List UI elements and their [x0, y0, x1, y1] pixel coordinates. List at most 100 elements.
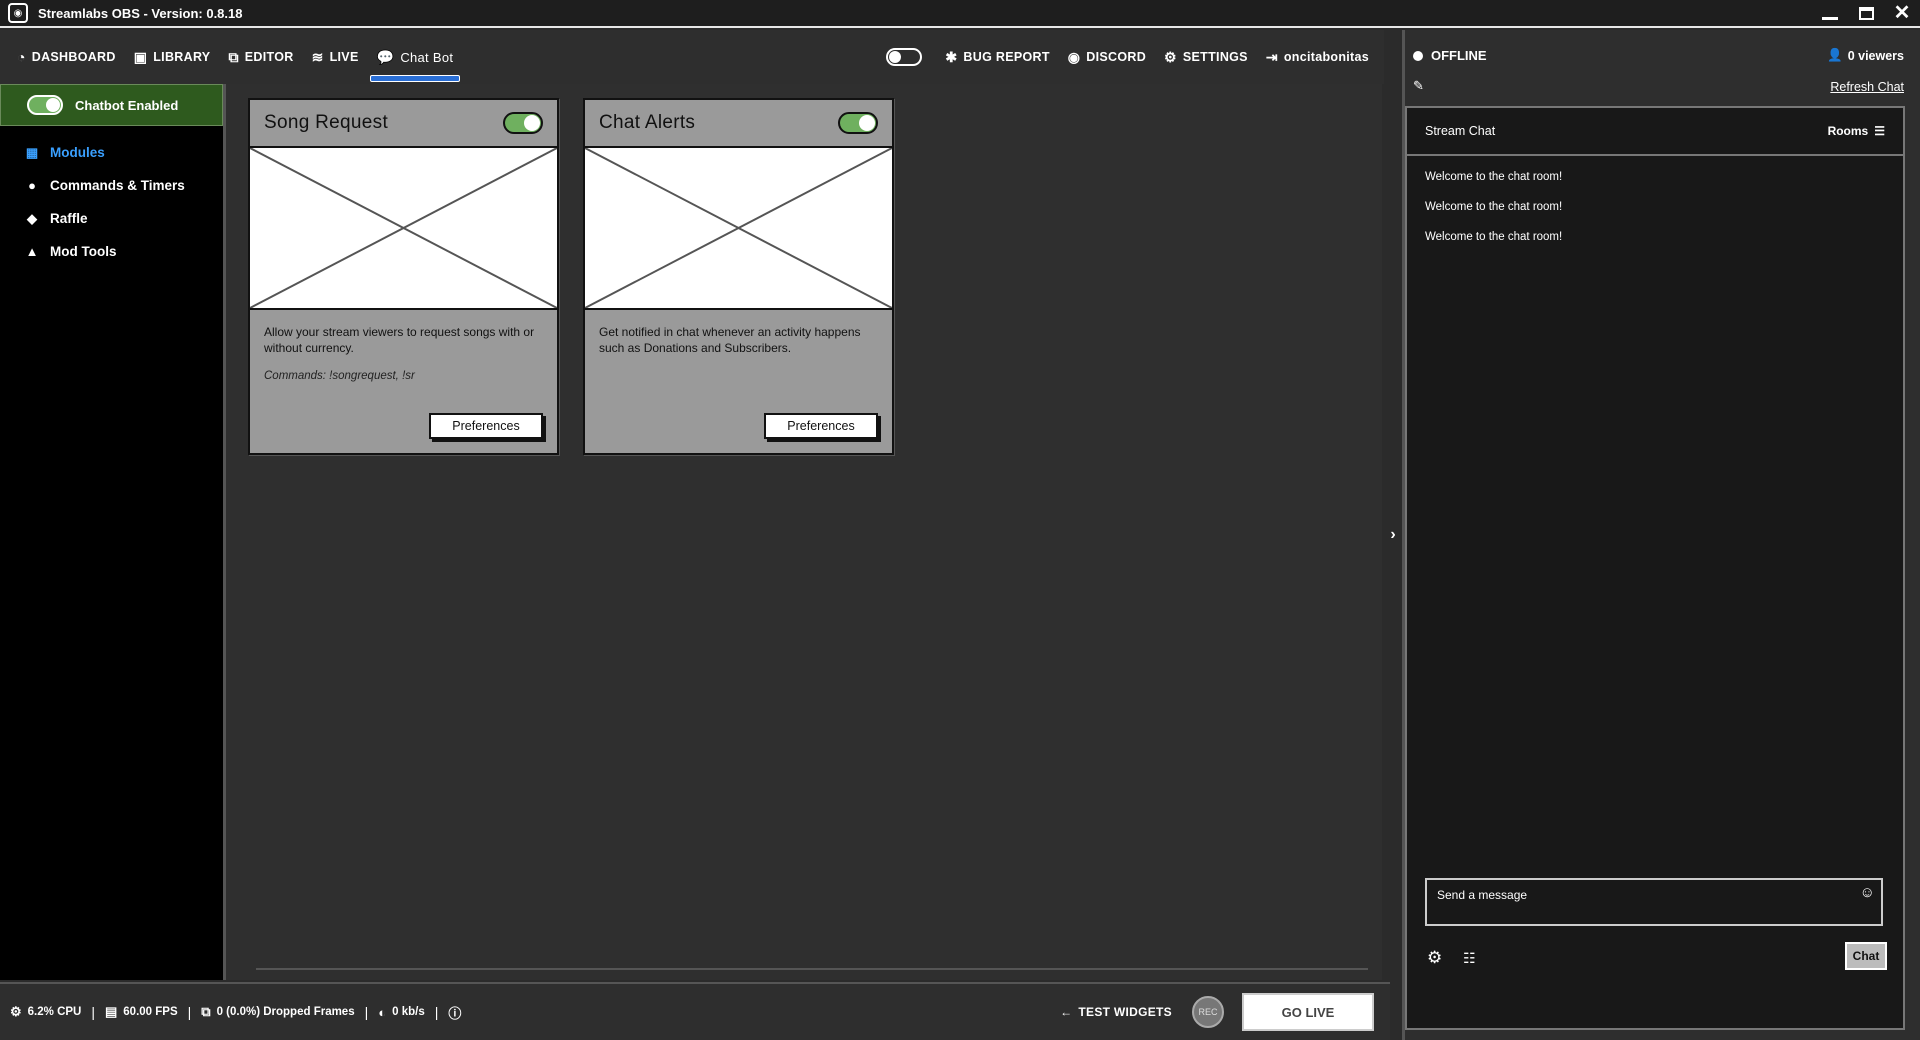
card-title: Song Request [264, 112, 389, 133]
horizontal-scrollbar[interactable] [256, 968, 1368, 970]
module-enable-toggle[interactable] [838, 112, 878, 134]
emoji-icon[interactable]: ☺ [1860, 884, 1875, 901]
ticket-icon: ◆ [27, 210, 37, 226]
chat-message: Welcome to the chat room! [1425, 171, 1563, 183]
test-widgets-button[interactable]: ← TEST WIDGETS [1060, 1005, 1172, 1019]
nav-discord[interactable]: ◉ DISCORD [1059, 30, 1155, 84]
module-card-song-request: Song Request Allow your stream viewers t… [248, 98, 559, 455]
nav-label: SETTINGS [1182, 50, 1248, 64]
fps-stat: ▤ 60.00 FPS [95, 1004, 188, 1020]
sidebar-item-commands-timers[interactable]: ● Commands & Timers [0, 169, 223, 202]
sidebar-item-label: Mod Tools [50, 244, 117, 259]
frames-icon: ⧉ [201, 1004, 211, 1019]
nav-live[interactable]: ≋ LIVE [303, 30, 368, 84]
status-label: OFFLINE [1431, 48, 1487, 63]
collapse-chat-chevron-icon[interactable]: › [1384, 520, 1402, 550]
nav-label: DISCORD [1086, 50, 1147, 64]
module-enable-toggle[interactable] [503, 112, 543, 134]
status-dot-icon [1413, 50, 1423, 61]
info-button[interactable]: ⓘ [438, 1003, 477, 1022]
nav-user-logout[interactable]: ⇥ oncitabonitas [1257, 30, 1378, 84]
nav-chat-bot[interactable]: 💬 Chat Bot [368, 30, 463, 84]
maximize-icon [1858, 6, 1874, 20]
bandwidth-stat: ◐ 0 kb/s [368, 1005, 434, 1020]
grid-icon: ▦ [25, 144, 39, 160]
chat-send-button[interactable]: Chat [1845, 942, 1887, 970]
placeholder-cross-icon [585, 148, 892, 308]
nav-library[interactable]: ▣ LIBRARY [125, 30, 220, 84]
card-header: Song Request [250, 100, 557, 148]
nav-dashboard[interactable]: ◔ DASHBOARD [8, 30, 125, 84]
stream-status: OFFLINE [1413, 48, 1487, 63]
sidebar-item-label: Raffle [50, 211, 88, 226]
card-title: Chat Alerts [599, 112, 696, 133]
send-message-input[interactable]: Send a message ☺ [1425, 878, 1883, 926]
card-commands: Commands: !songrequest, !sr [264, 370, 415, 382]
sidebar-item-mod-tools[interactable]: ▲ Mod Tools [0, 235, 223, 268]
top-navigation: ◔ DASHBOARD ▣ LIBRARY ⧉ EDITOR ≋ LIVE 💬 … [0, 30, 1384, 84]
minimize-icon [1822, 16, 1838, 20]
nav-bug-report[interactable]: ✱ BUG REPORT [936, 30, 1058, 84]
chat-viewer-list-icon[interactable]: ☷ [1463, 950, 1476, 967]
bandwidth-value: 0 kb/s [392, 1006, 425, 1018]
window-title: Streamlabs OBS - Version: 0.8.18 [38, 5, 243, 21]
dropped-frames-value: 0 (0.0%) Dropped Frames [216, 1006, 355, 1018]
chatbot-enabled-toggle-row[interactable]: Chatbot Enabled [0, 84, 223, 126]
gear-icon: ⚙ [1164, 48, 1177, 65]
info-icon: ⓘ [448, 1005, 462, 1021]
speedometer-icon: ◐ [378, 1004, 387, 1020]
app-logo-icon: ◉ [8, 3, 28, 23]
dropped-frames-stat: ⧉ 0 (0.0%) Dropped Frames [191, 1004, 364, 1020]
maximize-button[interactable] [1848, 0, 1884, 26]
module-card-chat-alerts: Chat Alerts Get notified in chat wheneve… [583, 98, 894, 455]
image-placeholder [250, 148, 557, 310]
sidebar-item-label: Modules [50, 145, 105, 160]
image-icon: ▣ [133, 48, 148, 65]
edit-pencil-icon[interactable]: ✎ [1413, 78, 1424, 94]
chatbot-enabled-toggle[interactable] [27, 95, 63, 115]
rooms-label: Rooms [1827, 124, 1869, 138]
close-button[interactable]: ✕ [1884, 0, 1920, 26]
close-icon: ✕ [1893, 2, 1911, 24]
viewer-count: 👤 0 viewers [1827, 48, 1904, 63]
theme-toggle[interactable] [886, 48, 923, 66]
nav-label: EDITOR [244, 50, 294, 64]
arrow-left-icon: ← [1060, 1005, 1073, 1019]
sidebar-item-modules[interactable]: ▦ Modules [0, 136, 223, 169]
dashboard-icon: ◔ [17, 49, 26, 65]
discord-icon: ◉ [1067, 48, 1081, 65]
send-message-placeholder: Send a message [1437, 888, 1528, 902]
chatbot-sidebar: Chatbot Enabled ▦ Modules ● Commands & T… [0, 84, 226, 980]
nav-settings[interactable]: ⚙ SETTINGS [1155, 30, 1257, 84]
card-header: Chat Alerts [585, 100, 892, 148]
chat-settings-gear-icon[interactable]: ⚙ [1427, 948, 1442, 968]
film-icon: ▤ [104, 1004, 118, 1019]
sidebar-item-label: Commands & Timers [50, 178, 185, 193]
cpu-icon: ⚙ [10, 1004, 22, 1019]
nav-label: LIBRARY [153, 50, 211, 64]
nav-label: Chat Bot [400, 49, 454, 65]
sidebar-item-raffle[interactable]: ◆ Raffle [0, 202, 223, 235]
fps-value: 60.00 FPS [123, 1006, 178, 1018]
nav-label: DASHBOARD [31, 50, 116, 64]
minimize-button[interactable] [1812, 0, 1848, 26]
bug-icon: ✱ [945, 48, 958, 65]
nav-editor[interactable]: ⧉ EDITOR [219, 30, 302, 84]
editor-icon: ⧉ [228, 48, 239, 65]
image-placeholder [585, 148, 892, 310]
chat-bubble-icon: 💬 [376, 48, 395, 65]
record-button[interactable]: REC [1192, 996, 1224, 1028]
chat-messages: Welcome to the chat room! Welcome to the… [1407, 156, 1903, 258]
preferences-button[interactable]: Preferences [429, 413, 543, 439]
go-live-button[interactable]: GO LIVE [1242, 993, 1374, 1031]
preferences-button[interactable]: Preferences [764, 413, 878, 439]
stream-chat-box: Stream Chat Rooms ☰ Welcome to the chat … [1405, 106, 1905, 1030]
rooms-button[interactable]: Rooms ☰ [1828, 124, 1885, 138]
title-bar: ◉ Streamlabs OBS - Version: 0.8.18 ✕ [0, 0, 1920, 28]
viewer-count-label: 0 viewers [1847, 48, 1904, 63]
nav-label: oncitabonitas [1283, 50, 1369, 64]
comment-icon: ● [28, 178, 36, 193]
nav-label: BUG REPORT [963, 50, 1050, 64]
refresh-chat-link[interactable]: Refresh Chat [1830, 80, 1904, 94]
rooms-menu-icon: ☰ [1874, 124, 1885, 138]
